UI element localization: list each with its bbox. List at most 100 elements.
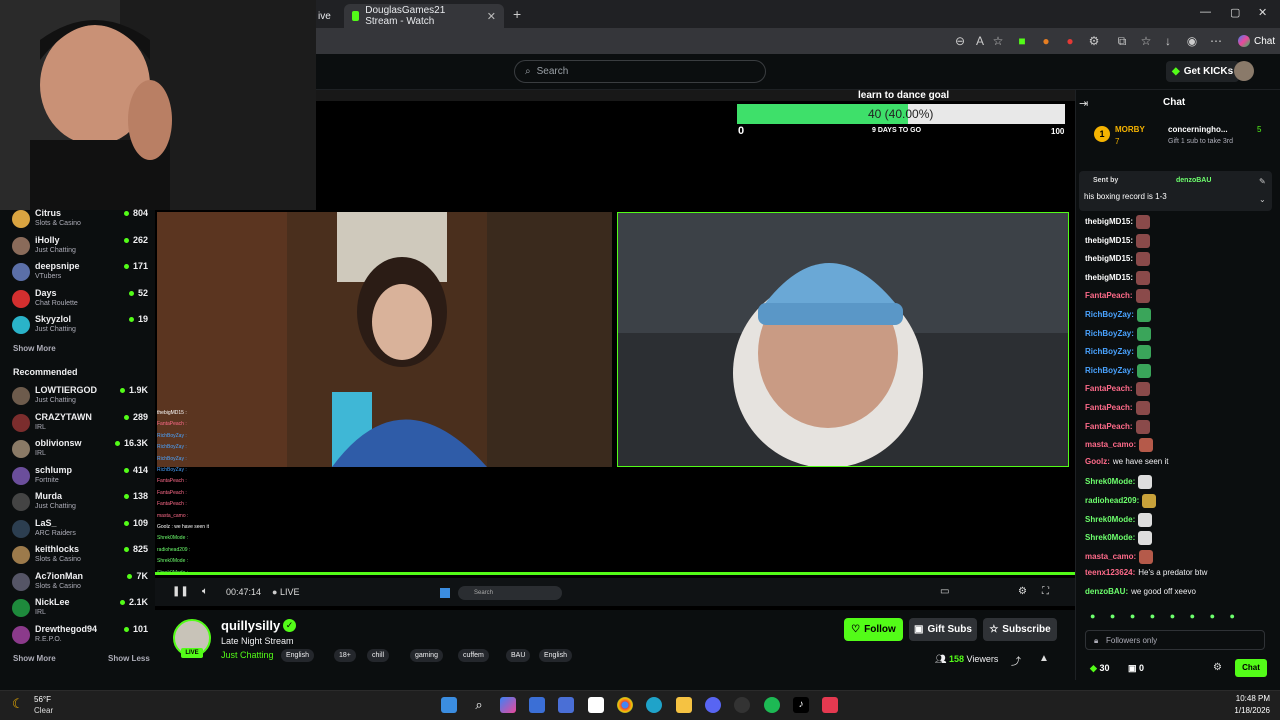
sidebar-channel[interactable]: CRAZYTAWN IRL 289 [12,411,148,437]
tiktok-live-icon[interactable] [822,697,838,713]
stream-tag[interactable]: gaming [410,649,443,662]
kicks-balance[interactable]: ◆ 30 [1090,663,1109,674]
stream-tag[interactable]: cuffem [458,649,489,662]
fullscreen-icon[interactable]: ⛶ [1042,586,1049,597]
show-more-button[interactable]: Show More [13,344,56,353]
unpin-icon[interactable]: ✎ [1259,177,1266,186]
sidebar-channel[interactable]: Murda Just Chatting 138 [12,490,148,516]
discord-icon[interactable] [705,697,721,713]
chat-username[interactable]: RichBoyZay: [1085,329,1134,338]
extension-icon[interactable]: ● [1038,33,1054,49]
share-icon[interactable]: ⤴ [1011,653,1021,668]
pinned-message[interactable]: Sent by denzoBAU his boxing record is 1-… [1079,171,1272,211]
sidebar-channel[interactable]: LaS_ ARC Raiders 109 [12,517,148,543]
gift-subs-button[interactable]: ▣ Gift Subs [909,618,977,641]
close-tab-icon[interactable]: ✕ [487,10,496,23]
more-menu-icon[interactable]: ⋯ [1208,33,1224,49]
sidebar-channel[interactable]: keithlocks Slots & Casino 825 [12,543,148,569]
show-more-button[interactable]: Show More [13,654,56,663]
new-tab-button[interactable]: + [513,6,521,22]
channel-name[interactable]: quillysilly [221,618,280,633]
chat-username[interactable]: FantaPeach: [1085,403,1133,412]
theater-mode-icon[interactable]: ▭ [940,586,949,597]
browser-tab-active[interactable]: DouglasGames21 Stream - Watch ✕ [344,4,504,28]
play-pause-icon[interactable]: ❚❚ [172,586,189,597]
chrome-icon[interactable] [617,697,633,713]
report-icon[interactable]: ▲ [1039,653,1049,664]
follow-button[interactable]: ♡ Follow [844,618,903,641]
category-link[interactable]: Just Chatting [221,650,274,660]
stream-tag[interactable]: 18+ [334,649,356,662]
sidebar-channel[interactable]: Ac7ionMan Slots & Casino 7K [12,570,148,596]
app-icon[interactable] [558,697,574,713]
chat-username[interactable]: Shrek0Mode: [1085,478,1135,487]
chat-username[interactable]: masta_camo: [1085,552,1136,561]
volume-icon[interactable]: 🔈︎ [202,586,208,597]
search-icon[interactable]: ⌕ [471,697,487,713]
chat-username[interactable]: thebigMD15: [1085,254,1133,263]
copilot-icon[interactable] [500,697,516,713]
subscribe-button[interactable]: ☆ Subscribe [983,618,1057,641]
spotify-icon[interactable] [764,697,780,713]
gift-balance[interactable]: ▣ 0 [1128,663,1144,674]
chat-username[interactable]: masta_camo: [1085,440,1136,449]
sidebar-channel[interactable]: schlump Fortnite 414 [12,464,148,490]
chat-username[interactable]: thebigMD15: [1085,273,1133,282]
read-aloud-icon[interactable]: A [972,33,988,49]
chat-username[interactable]: RichBoyZay: [1085,310,1134,319]
sidebar-channel[interactable]: NickLee IRL 2.1K [12,596,148,622]
stream-tag[interactable]: chill [367,649,390,662]
sidebar-channel[interactable]: deepsnipe VTubers 171 [12,260,148,286]
chat-username[interactable]: Shrek0Mode: [1085,515,1135,524]
maximize-icon[interactable]: ▢ [1230,6,1240,19]
stream-tag[interactable]: BAU [506,649,531,662]
sidebar-channel[interactable]: Drewthegod94 R.E.P.O. 101 [12,623,148,649]
sidebar-channel[interactable]: oblivionsw IRL 16.3K [12,437,148,463]
zoom-icon[interactable]: ⊖ [952,33,968,49]
search-input[interactable]: ⌕ Search [514,60,766,83]
extension-icon[interactable]: ● [1062,33,1078,49]
show-less-button[interactable]: Show Less [108,654,150,663]
chat-username[interactable]: radiohead209: [1085,496,1139,505]
extensions-icon[interactable]: ⚙ [1086,33,1102,49]
favorite-star-icon[interactable]: ☆ [990,33,1006,49]
chat-username[interactable]: FantaPeach: [1085,292,1133,301]
extension-icon[interactable]: ■ [1014,33,1030,49]
chat-username[interactable]: FantaPeach: [1085,422,1133,431]
download-icon[interactable]: ↓ [1160,33,1176,49]
split-screen-icon[interactable]: ⧉ [1114,33,1130,49]
chat-username[interactable]: thebigMD15: [1085,217,1133,226]
sidebar-channel[interactable]: iHolly Just Chatting 262 [12,234,148,260]
stream-progress-bar[interactable] [155,572,1075,575]
edge-icon[interactable] [646,697,662,713]
chat-settings-icon[interactable]: ⚙ [1213,662,1222,673]
stream-tag[interactable]: English [281,649,314,662]
sidebar-channel[interactable]: Days Chat Roulette 52 [12,287,148,313]
settings-icon[interactable]: ⚙ [1018,586,1027,597]
obs-icon[interactable] [734,697,750,713]
tiktok-icon[interactable]: ♪ [793,697,809,713]
sidebar-channel[interactable]: Citrus Slots & Casino 804 [12,207,148,233]
user-avatar[interactable] [1234,61,1254,81]
close-window-icon[interactable]: ✕ [1258,6,1267,19]
chat-username[interactable]: RichBoyZay: [1085,347,1134,356]
minimize-icon[interactable]: — [1200,6,1211,18]
sidebar-channel[interactable]: Skyyzlol Just Chatting 19 [12,313,148,339]
favorites-icon[interactable]: ☆ [1138,33,1154,49]
stream-tag[interactable]: English [539,649,572,662]
chat-send-button[interactable]: Chat [1235,659,1267,677]
sidebar-channel[interactable]: LOWTIERGOD Just Chatting 1.9K [12,384,148,410]
chevron-down-icon[interactable]: ⌄ [1259,195,1266,204]
copilot-chat-button[interactable]: Chat [1232,31,1280,51]
outlook-icon[interactable] [529,697,545,713]
collapse-chat-icon[interactable]: ⇥ [1079,97,1088,110]
chat-username[interactable]: RichBoyZay: [1085,366,1134,375]
chat-username[interactable]: Shrek0Mode: [1085,533,1135,542]
file-explorer-icon[interactable] [676,697,692,713]
emote-bar[interactable]: ● ● ● ● ● ● ● ● [1090,611,1270,623]
chat-username[interactable]: thebigMD15: [1085,236,1133,245]
chat-username[interactable]: Goolz: [1085,457,1110,466]
chat-username[interactable]: teenx123624: [1085,568,1135,577]
start-icon[interactable] [441,697,457,713]
profile-icon[interactable]: ◉ [1184,33,1200,49]
